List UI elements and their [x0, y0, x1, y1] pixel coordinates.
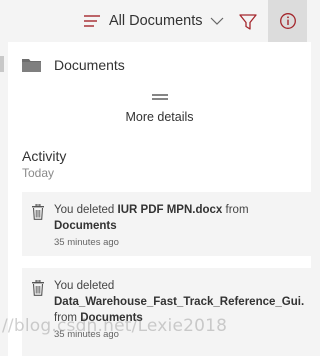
- activity-location-link[interactable]: Documents: [80, 312, 143, 324]
- activity-from: from: [54, 312, 81, 324]
- activity-item[interactable]: You deleted Data_Warehouse_Fast_Track_Re…: [22, 268, 311, 356]
- more-details-label: More details: [125, 110, 194, 124]
- more-details-toggle[interactable]: More details: [8, 94, 311, 124]
- view-switcher[interactable]: All Documents: [84, 10, 224, 32]
- activity-text: You deleted IUR PDF MPN.docx from Docume…: [54, 202, 304, 251]
- chevron-down-icon: [211, 17, 224, 25]
- info-icon: [279, 13, 296, 29]
- activity-date-group: Today: [22, 166, 55, 180]
- folder-icon: [22, 59, 41, 72]
- pane-header: Documents: [22, 56, 125, 74]
- activity-item[interactable]: You deleted IUR PDF MPN.docx from Docume…: [22, 192, 311, 256]
- activity-file-link[interactable]: IUR PDF MPN.docx: [118, 204, 223, 216]
- activity-timestamp: 35 minutes ago: [54, 329, 119, 340]
- view-switcher-label: All Documents: [109, 13, 203, 29]
- activity-action: You deleted: [54, 280, 115, 292]
- command-bar: All Documents: [0, 0, 311, 42]
- activity-file-link[interactable]: Data_Warehouse_Fast_Track_Reference_Gui.…: [54, 294, 304, 310]
- trash-icon: [32, 280, 44, 296]
- activity-from: from: [222, 204, 249, 216]
- activity-timestamp: 35 minutes ago: [54, 237, 119, 248]
- activity-text: You deleted Data_Warehouse_Fast_Track_Re…: [54, 278, 304, 343]
- trash-icon: [32, 204, 44, 220]
- activity-action: You deleted: [54, 204, 118, 216]
- pane-title: Documents: [54, 57, 125, 73]
- info-pane-button[interactable]: [268, 0, 307, 42]
- details-pane: Documents More details Activity Today Yo…: [8, 42, 311, 356]
- expand-handle-icon: [151, 94, 168, 100]
- document-list-edge: [0, 42, 7, 356]
- activity-location-link[interactable]: Documents: [54, 220, 117, 232]
- filter-icon: [239, 14, 257, 30]
- lines-icon: [84, 15, 100, 27]
- list-item-edge: [0, 56, 4, 72]
- filter-button[interactable]: [232, 6, 264, 38]
- activity-heading: Activity: [22, 148, 67, 164]
